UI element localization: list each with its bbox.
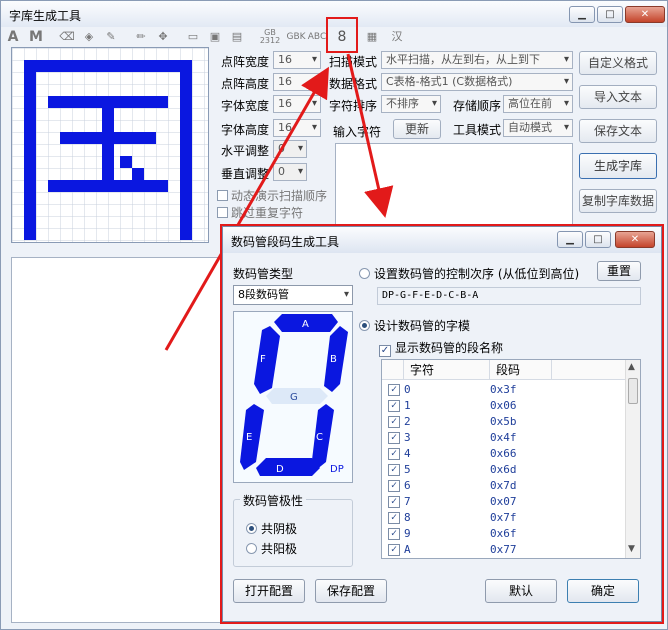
annotation-arrow-down <box>346 53 394 218</box>
dialog-highlight-frame <box>220 224 664 624</box>
